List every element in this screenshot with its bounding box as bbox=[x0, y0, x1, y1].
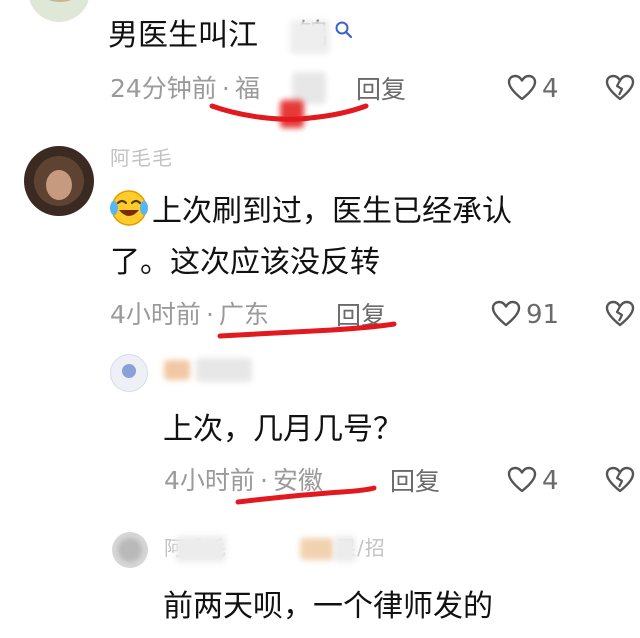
redacted-username bbox=[196, 358, 252, 382]
like-count: 4 bbox=[542, 466, 559, 496]
reply-text: 前两天呗，一个律师发的 bbox=[163, 589, 493, 624]
like-count: 91 bbox=[526, 300, 560, 330]
dislike-button[interactable] bbox=[604, 465, 640, 497]
heart-icon bbox=[507, 466, 537, 493]
redaction-block bbox=[176, 536, 226, 562]
redaction-block bbox=[290, 20, 330, 54]
comment-text-line2: 了。这次应该没反转 bbox=[110, 245, 380, 280]
red-underline-mark bbox=[209, 103, 369, 122]
like-button[interactable]: 91 bbox=[490, 299, 566, 331]
broken-heart-icon bbox=[605, 74, 635, 101]
crying-laughing-emoji-icon bbox=[110, 190, 148, 226]
dislike-button[interactable] bbox=[604, 299, 640, 331]
heart-icon bbox=[491, 300, 521, 327]
dislike-button[interactable] bbox=[604, 73, 640, 105]
avatar[interactable] bbox=[112, 532, 148, 568]
username[interactable]: 阿毛毛 bbox=[110, 148, 173, 168]
broken-heart-icon bbox=[605, 466, 635, 493]
like-button[interactable]: 4 bbox=[506, 73, 566, 105]
comment-text: 上次刷到过，医生已经承认 bbox=[152, 194, 512, 229]
red-underline-mark bbox=[235, 485, 377, 505]
reply-button[interactable]: 回复 bbox=[390, 469, 440, 494]
reply-text: 上次，几月几号？ bbox=[163, 412, 403, 447]
red-underline-mark bbox=[217, 321, 397, 339]
timestamp: 4小时前 bbox=[110, 300, 201, 329]
avatar[interactable] bbox=[28, 0, 90, 22]
heart-icon bbox=[507, 74, 537, 101]
redacted-username bbox=[164, 360, 190, 380]
avatar[interactable] bbox=[24, 146, 94, 216]
broken-heart-icon bbox=[605, 300, 635, 327]
search-icon[interactable] bbox=[334, 20, 354, 40]
like-button[interactable]: 4 bbox=[506, 465, 566, 497]
redaction-block bbox=[300, 538, 334, 560]
like-count: 4 bbox=[542, 74, 559, 104]
avatar[interactable] bbox=[110, 354, 148, 392]
redaction-block bbox=[334, 536, 356, 562]
